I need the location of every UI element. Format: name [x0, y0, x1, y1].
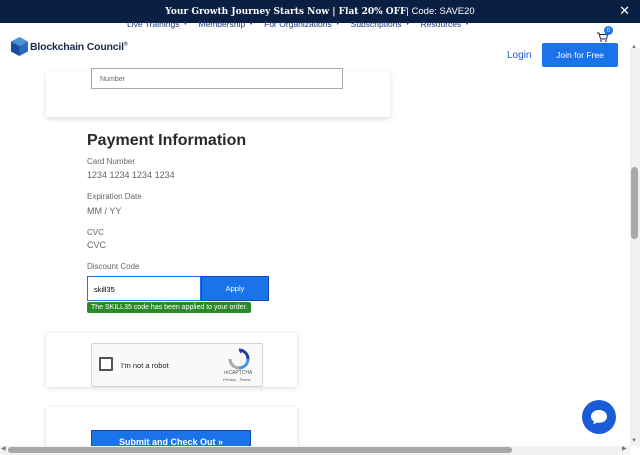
menu-label: Resources [420, 19, 462, 29]
menu-resources[interactable]: Resources ▼ [421, 19, 471, 29]
vertical-scroll-thumb[interactable] [631, 167, 638, 239]
expiration-input[interactable]: MM / YY [87, 206, 121, 216]
card-number-input[interactable]: 1234 1234 1234 1234 [87, 170, 175, 180]
menu-label: Subscriptions [350, 19, 402, 29]
chat-button[interactable] [582, 400, 616, 434]
apply-button[interactable]: Apply [201, 276, 269, 301]
join-button[interactable]: Join for Free [542, 43, 618, 67]
logo[interactable]: Blockchain Council® [11, 37, 128, 56]
discount-applied-message: The SKILL35 code has been applied to you… [87, 302, 252, 313]
horizontal-scroll-thumb[interactable] [8, 447, 512, 453]
page-title: Payment Information [87, 132, 247, 149]
expiration-label: Expiration Date [87, 192, 142, 201]
menu-membership[interactable]: Membership ▼ [198, 19, 254, 29]
chevron-down-icon: ▼ [248, 21, 255, 27]
scroll-down-icon[interactable]: ▼ [631, 438, 637, 444]
chat-icon [591, 410, 607, 425]
close-icon[interactable]: ✕ [619, 3, 630, 19]
vertical-scrollbar[interactable] [630, 48, 640, 446]
cvc-input[interactable]: CVC [87, 240, 106, 250]
logo-text: Blockchain Council [30, 40, 124, 53]
captcha-label: I'm not a robot [121, 361, 169, 370]
promo-text: Your Growth Journey Starts Now | Flat 20… [165, 6, 407, 17]
cvc-label: CVC [87, 228, 104, 237]
card-number-label: Card Number [87, 157, 136, 166]
number-input[interactable]: Number [91, 68, 343, 89]
menu-live-trainings[interactable]: Live Trainings ▼ [127, 19, 188, 29]
recaptcha-icon [228, 348, 250, 370]
chevron-down-icon: ▼ [404, 21, 411, 27]
chevron-down-icon: ▼ [464, 21, 471, 27]
menu-subscriptions[interactable]: Subscriptions ▼ [351, 19, 411, 29]
discount-label: Discount Code [87, 262, 140, 271]
scroll-up-icon[interactable]: ▲ [631, 44, 637, 50]
menu-for-organizations[interactable]: For Organizations ▼ [264, 19, 341, 29]
scroll-left-icon[interactable]: ◀ [1, 445, 6, 452]
cart-count-badge: 0 [604, 26, 613, 35]
cube-icon [11, 37, 28, 56]
chevron-down-icon: ▼ [182, 21, 189, 27]
scroll-right-icon[interactable]: ▶ [622, 445, 627, 452]
captcha-checkbox[interactable] [99, 357, 113, 371]
captcha-brand: reCAPTCHA [224, 370, 253, 376]
menu-label: For Organizations [264, 19, 332, 29]
discount-input[interactable]: skill35 [87, 276, 201, 301]
menu-label: Membership [198, 19, 246, 29]
registered-mark: ® [123, 41, 128, 47]
login-link[interactable]: Login [507, 50, 531, 61]
menu-label: Live Trainings [127, 19, 180, 29]
chevron-down-icon: ▼ [334, 21, 341, 27]
promo-code: | Code: SAVE20 [406, 6, 475, 17]
captcha-links[interactable]: Privacy - Terms [223, 377, 250, 382]
main-menu: Live Trainings ▼ Membership ▼ For Organi… [127, 19, 480, 29]
